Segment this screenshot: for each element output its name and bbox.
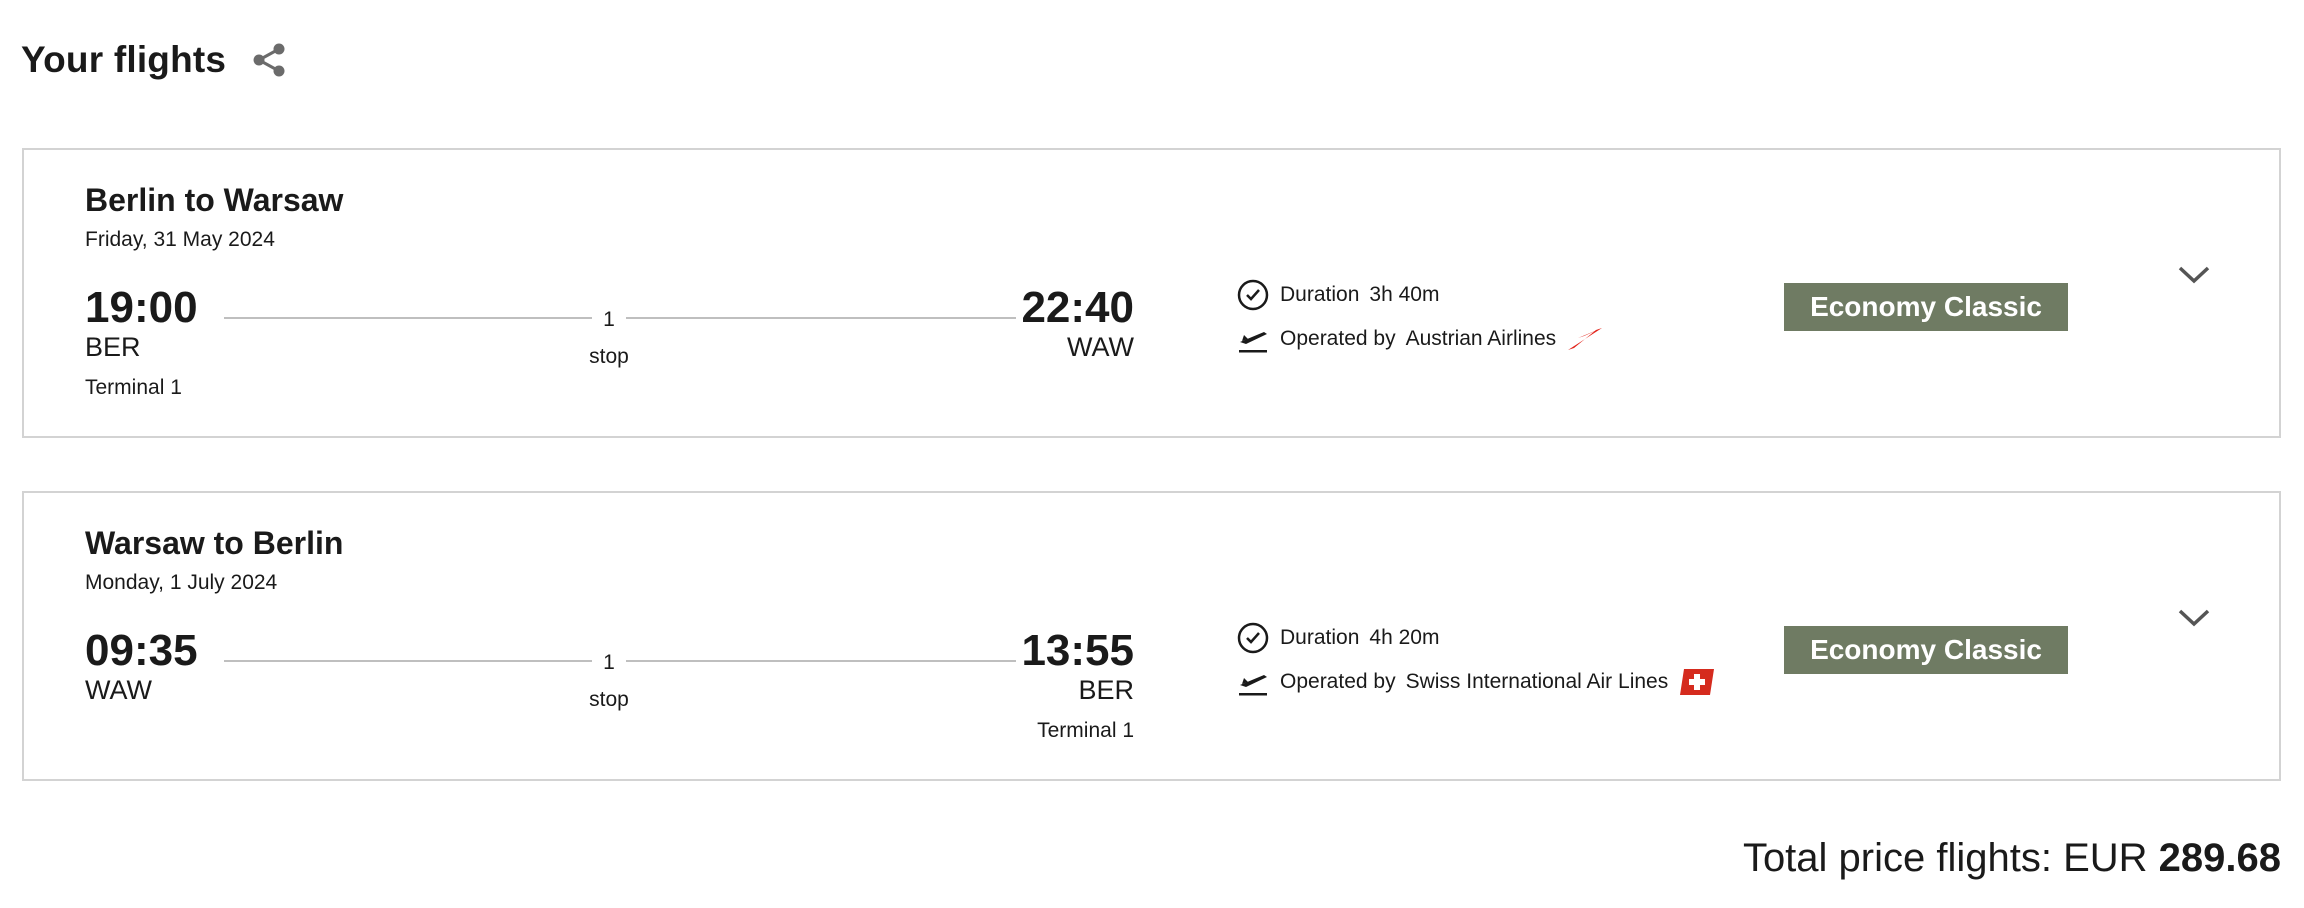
- departure-time: 19:00: [85, 283, 198, 332]
- swiss-airlines-logo: [1678, 667, 1716, 697]
- route-line-right: [626, 660, 1016, 662]
- duration-label: Duration: [1280, 283, 1360, 306]
- operated-by-label: Operated by: [1280, 670, 1396, 693]
- route-line-left: [224, 317, 592, 319]
- page-title: Your flights: [21, 39, 227, 80]
- arrival-airport-code: WAW: [1067, 332, 1134, 362]
- duration-value: 4h 20m: [1369, 626, 1440, 649]
- fare-class-badge: Economy Classic: [1784, 283, 2068, 331]
- flight-date: Friday, 31 May 2024: [85, 228, 275, 251]
- operated-by-label: Operated by: [1280, 327, 1396, 350]
- arrival-time: 13:55: [1021, 626, 1134, 675]
- chevron-down-icon[interactable]: [2174, 260, 2214, 288]
- stops-label: stop: [589, 688, 629, 711]
- stops-count: 1: [603, 308, 615, 331]
- duration-row: Duration 4h 20m: [1236, 621, 1439, 655]
- chevron-down-icon[interactable]: [2174, 603, 2214, 631]
- stops-label: stop: [589, 345, 629, 368]
- airline-name: Austrian Airlines: [1405, 327, 1557, 350]
- departure-terminal: Terminal 1: [85, 376, 182, 399]
- flight-card: Berlin to Warsaw Friday, 31 May 2024 19:…: [22, 148, 2281, 438]
- duration-value: 3h 40m: [1369, 283, 1440, 306]
- stops-count: 1: [603, 651, 615, 674]
- flight-card: Warsaw to Berlin Monday, 1 July 2024 09:…: [22, 491, 2281, 781]
- route-title: Berlin to Warsaw: [85, 182, 344, 218]
- clock-icon: [1236, 621, 1270, 655]
- fare-class-badge: Economy Classic: [1784, 626, 2068, 674]
- operated-by-row: Operated by Swiss International Air Line…: [1236, 665, 1716, 699]
- arrival-time: 22:40: [1021, 283, 1134, 332]
- total-price-label: Total price flights: EUR: [1742, 836, 2148, 880]
- duration-label: Duration: [1280, 626, 1360, 649]
- departure-airport-code: BER: [85, 332, 141, 362]
- airline-name: Swiss International Air Lines: [1405, 670, 1669, 693]
- departure-airport-code: WAW: [85, 675, 152, 705]
- plane-takeoff-icon: [1236, 665, 1270, 699]
- departure-time: 09:35: [85, 626, 198, 675]
- arrival-terminal: Terminal 1: [1037, 719, 1134, 742]
- total-price-amount: 289.68: [2158, 836, 2281, 880]
- plane-takeoff-icon: [1236, 322, 1270, 356]
- route-line-left: [224, 660, 592, 662]
- clock-icon: [1236, 278, 1270, 312]
- arrival-airport-code: BER: [1078, 675, 1134, 705]
- page-header: Your flights: [21, 28, 288, 92]
- total-price: Total price flights: EUR 289.68: [1743, 836, 2281, 881]
- operated-by-row: Operated by Austrian Airlines: [1236, 322, 1604, 356]
- duration-row: Duration 3h 40m: [1236, 278, 1439, 312]
- flight-date: Monday, 1 July 2024: [85, 571, 278, 594]
- share-icon[interactable]: [250, 41, 288, 79]
- route-line-right: [626, 317, 1016, 319]
- austrian-airlines-logo: [1566, 324, 1604, 354]
- route-title: Warsaw to Berlin: [85, 525, 344, 561]
